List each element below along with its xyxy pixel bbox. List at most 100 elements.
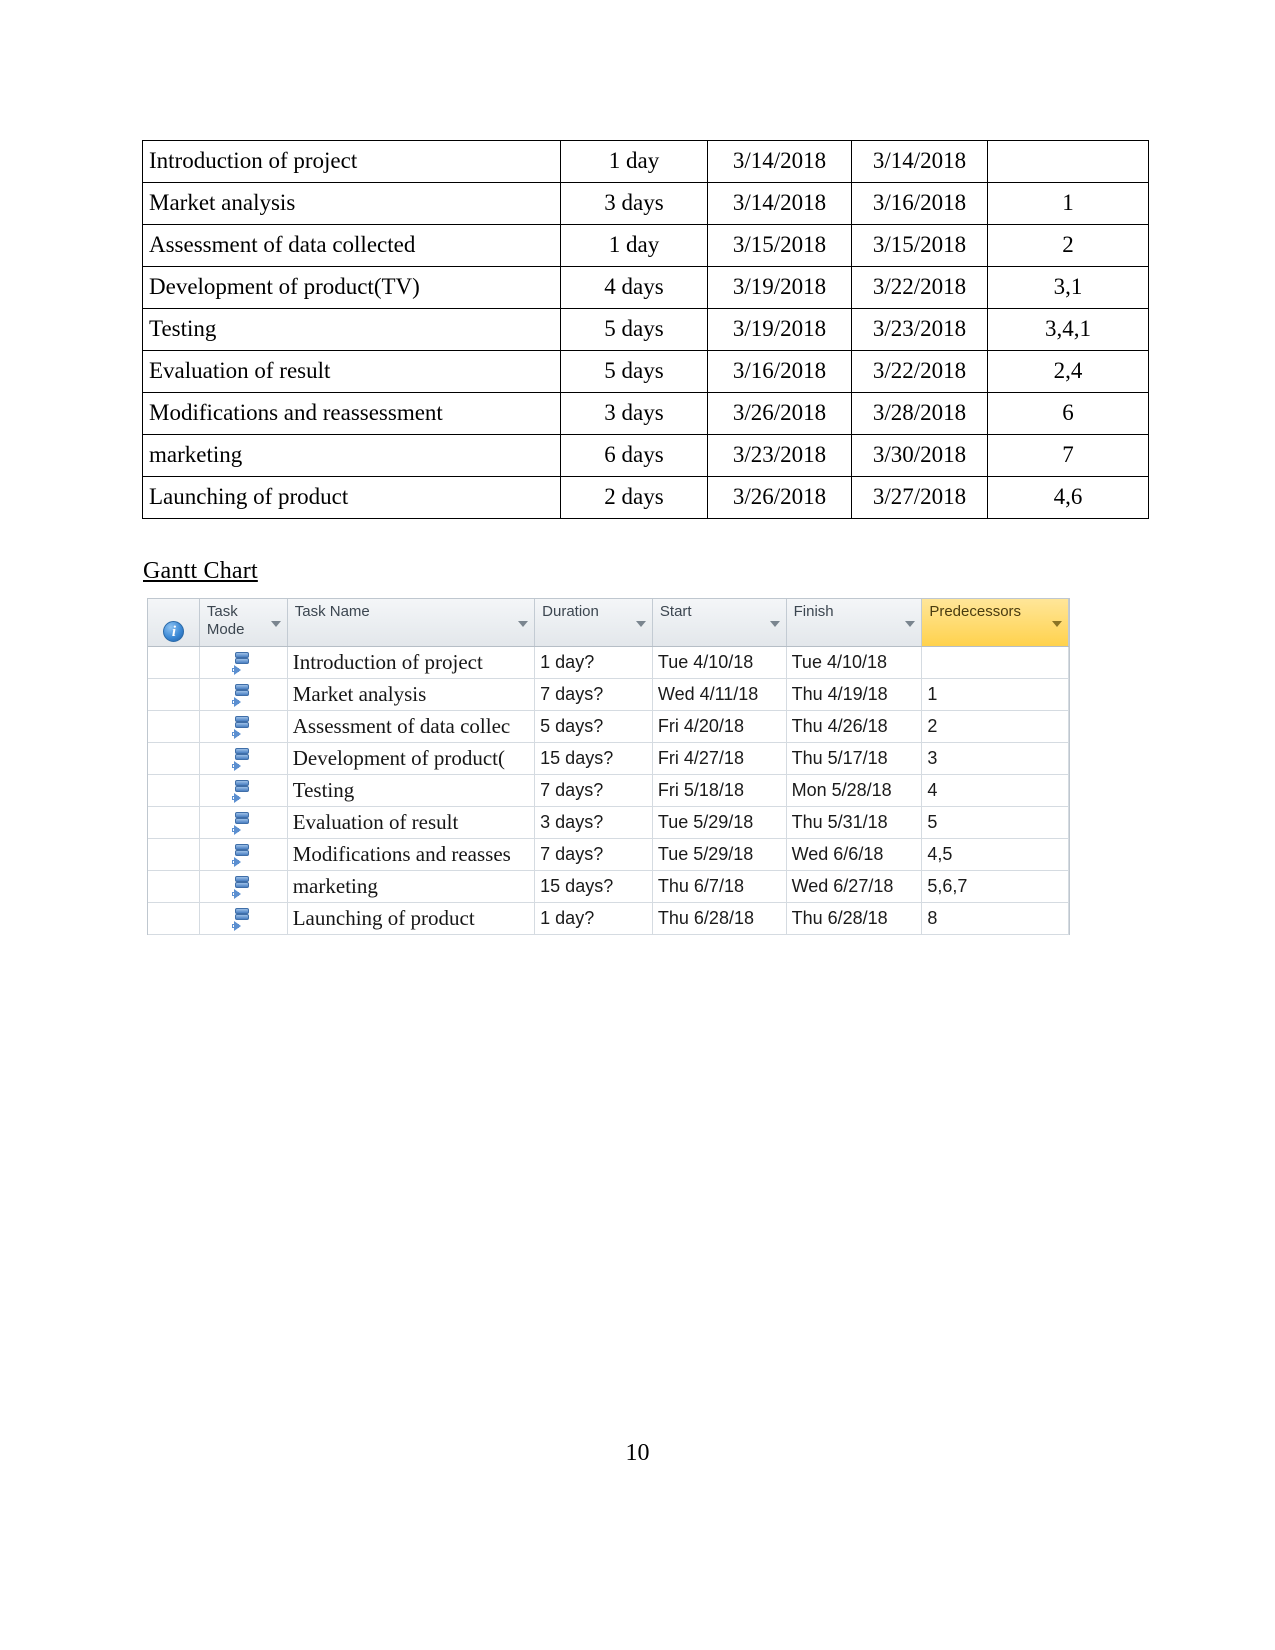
- row-start-cell[interactable]: Tue 5/29/18: [653, 807, 787, 838]
- cell-start: 3/23/2018: [707, 434, 852, 477]
- ms-project-task-row[interactable]: marketing 15 days? Thu 6/7/18 Wed 6/27/1…: [148, 871, 1069, 903]
- row-finish-cell[interactable]: Thu 5/17/18: [787, 743, 923, 774]
- cell-task-name: Market analysis: [142, 182, 561, 225]
- row-indicator-cell[interactable]: [148, 711, 200, 742]
- chevron-down-icon[interactable]: [1052, 621, 1062, 627]
- row-duration-cell[interactable]: 15 days?: [535, 871, 653, 902]
- row-start-cell[interactable]: Fri 5/18/18: [653, 775, 787, 806]
- gantt-chart-heading: Gantt Chart: [143, 558, 258, 584]
- row-task-mode-cell[interactable]: [200, 807, 288, 838]
- row-duration-cell[interactable]: 7 days?: [535, 839, 653, 870]
- cell-predecessors: 6: [987, 392, 1149, 435]
- row-task-mode-cell[interactable]: [200, 775, 288, 806]
- column-header-finish[interactable]: Finish: [786, 599, 923, 646]
- row-task-mode-cell[interactable]: [200, 871, 288, 902]
- ms-project-task-row[interactable]: Modifications and reasses 7 days? Tue 5/…: [148, 839, 1069, 871]
- chevron-down-icon[interactable]: [905, 621, 916, 627]
- ms-project-task-row[interactable]: Testing 7 days? Fri 5/18/18 Mon 5/28/18 …: [148, 775, 1069, 807]
- row-predecessors-cell[interactable]: 1: [922, 679, 1069, 710]
- column-header-start[interactable]: Start: [652, 599, 787, 646]
- row-indicator-cell[interactable]: [148, 807, 200, 838]
- column-header-duration-label: Duration: [542, 603, 599, 620]
- column-header-info[interactable]: i: [148, 599, 200, 646]
- row-task-mode-cell[interactable]: [200, 679, 288, 710]
- row-indicator-cell[interactable]: [148, 839, 200, 870]
- ms-project-task-row[interactable]: Market analysis 7 days? Wed 4/11/18 Thu …: [148, 679, 1069, 711]
- chevron-down-icon[interactable]: [769, 621, 780, 627]
- row-predecessors-cell[interactable]: 3: [922, 743, 1069, 774]
- ms-project-task-row[interactable]: Development of product( 15 days? Fri 4/2…: [148, 743, 1069, 775]
- row-predecessors-cell[interactable]: 5: [922, 807, 1069, 838]
- row-finish-cell[interactable]: Thu 5/31/18: [787, 807, 923, 838]
- row-duration-cell[interactable]: 1 day?: [535, 903, 653, 934]
- row-task-name-cell[interactable]: Testing: [288, 775, 536, 806]
- cell-predecessors: 7: [987, 434, 1149, 477]
- column-header-task-name[interactable]: Task Name: [287, 599, 536, 646]
- ms-project-task-row[interactable]: Launching of product 1 day? Thu 6/28/18 …: [148, 903, 1069, 935]
- row-task-name-cell[interactable]: Introduction of project: [288, 647, 536, 678]
- row-duration-cell[interactable]: 7 days?: [535, 679, 653, 710]
- row-start-cell[interactable]: Fri 4/27/18: [653, 743, 787, 774]
- row-finish-cell[interactable]: Thu 4/19/18: [787, 679, 923, 710]
- column-header-task-mode[interactable]: Task Mode: [199, 599, 288, 646]
- ms-project-task-row[interactable]: Assessment of data collec 5 days? Fri 4/…: [148, 711, 1069, 743]
- chevron-down-icon[interactable]: [635, 621, 646, 627]
- row-task-mode-cell[interactable]: [200, 711, 288, 742]
- row-finish-cell[interactable]: Thu 6/28/18: [787, 903, 923, 934]
- row-task-name-cell[interactable]: Development of product(: [288, 743, 536, 774]
- row-start-cell[interactable]: Tue 4/10/18: [653, 647, 787, 678]
- ms-project-task-row[interactable]: Evaluation of result 3 days? Tue 5/29/18…: [148, 807, 1069, 839]
- row-finish-cell[interactable]: Wed 6/27/18: [787, 871, 923, 902]
- row-task-mode-cell[interactable]: [200, 903, 288, 934]
- row-finish-cell[interactable]: Wed 6/6/18: [787, 839, 923, 870]
- row-finish-cell[interactable]: Tue 4/10/18: [787, 647, 923, 678]
- row-task-mode-cell[interactable]: [200, 647, 288, 678]
- row-task-name-cell[interactable]: Market analysis: [288, 679, 536, 710]
- row-start-cell[interactable]: Wed 4/11/18: [653, 679, 787, 710]
- ms-project-task-row[interactable]: Introduction of project 1 day? Tue 4/10/…: [148, 647, 1069, 679]
- row-start-cell[interactable]: Tue 5/29/18: [653, 839, 787, 870]
- cell-start: 3/14/2018: [707, 182, 852, 225]
- row-duration-cell[interactable]: 3 days?: [535, 807, 653, 838]
- row-predecessors-cell[interactable]: 8: [922, 903, 1069, 934]
- row-predecessors-cell[interactable]: [922, 647, 1069, 678]
- cell-duration: 5 days: [560, 308, 708, 351]
- row-indicator-cell[interactable]: [148, 775, 200, 806]
- row-predecessors-cell[interactable]: 4: [922, 775, 1069, 806]
- cell-start: 3/19/2018: [707, 308, 852, 351]
- row-finish-cell[interactable]: Thu 4/26/18: [787, 711, 923, 742]
- row-start-cell[interactable]: Fri 4/20/18: [653, 711, 787, 742]
- chevron-down-icon[interactable]: [518, 621, 529, 627]
- row-predecessors-cell[interactable]: 5,6,7: [922, 871, 1069, 902]
- column-header-predecessors[interactable]: Predecessors: [922, 599, 1069, 646]
- ms-project-header-row: i Task Mode Task Name Duration Start Fin…: [148, 599, 1069, 647]
- row-duration-cell[interactable]: 5 days?: [535, 711, 653, 742]
- row-task-name-cell[interactable]: Modifications and reasses: [288, 839, 536, 870]
- row-duration-cell[interactable]: 1 day?: [535, 647, 653, 678]
- row-task-name-cell[interactable]: Assessment of data collec: [288, 711, 536, 742]
- row-indicator-cell[interactable]: [148, 871, 200, 902]
- row-indicator-cell[interactable]: [148, 679, 200, 710]
- row-start-cell[interactable]: Thu 6/28/18: [653, 903, 787, 934]
- table-row: Assessment of data collected 1 day 3/15/…: [142, 224, 1149, 267]
- row-duration-cell[interactable]: 15 days?: [535, 743, 653, 774]
- cell-task-name: Testing: [142, 308, 561, 351]
- chevron-down-icon[interactable]: [270, 621, 281, 627]
- column-header-duration[interactable]: Duration: [535, 599, 653, 646]
- row-indicator-cell[interactable]: [148, 903, 200, 934]
- manually-scheduled-task-icon: [232, 651, 254, 675]
- row-task-mode-cell[interactable]: [200, 839, 288, 870]
- manually-scheduled-task-icon: [232, 715, 254, 739]
- row-task-name-cell[interactable]: Evaluation of result: [288, 807, 536, 838]
- table-row: Launching of product 2 days 3/26/2018 3/…: [142, 476, 1149, 519]
- row-task-name-cell[interactable]: marketing: [288, 871, 536, 902]
- row-task-name-cell[interactable]: Launching of product: [288, 903, 536, 934]
- row-task-mode-cell[interactable]: [200, 743, 288, 774]
- row-indicator-cell[interactable]: [148, 647, 200, 678]
- row-indicator-cell[interactable]: [148, 743, 200, 774]
- row-predecessors-cell[interactable]: 4,5: [922, 839, 1069, 870]
- row-predecessors-cell[interactable]: 2: [922, 711, 1069, 742]
- row-finish-cell[interactable]: Mon 5/28/18: [787, 775, 923, 806]
- row-start-cell[interactable]: Thu 6/7/18: [653, 871, 787, 902]
- row-duration-cell[interactable]: 7 days?: [535, 775, 653, 806]
